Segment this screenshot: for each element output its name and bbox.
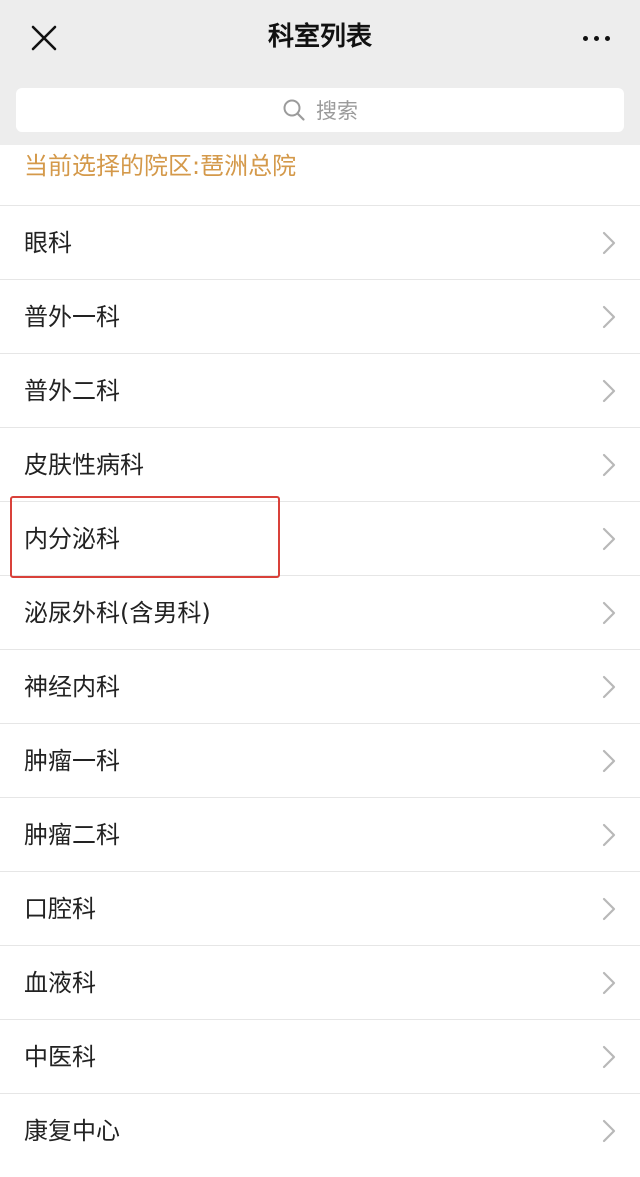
- department-label: 中医科: [24, 1043, 96, 1071]
- list-item[interactable]: 神经内科: [0, 649, 640, 723]
- department-label: 肿瘤一科: [24, 747, 120, 775]
- chevron-right-icon: [602, 823, 616, 847]
- more-dots-icon: [582, 35, 588, 41]
- nav-bar: 科室列表: [0, 0, 640, 74]
- search-placeholder: 搜索: [316, 99, 358, 123]
- department-label: 神经内科: [24, 673, 120, 701]
- chevron-right-icon: [602, 231, 616, 255]
- list-item[interactable]: 口腔科: [0, 871, 640, 945]
- department-label: 肿瘤二科: [24, 821, 120, 849]
- chevron-right-icon: [602, 305, 616, 329]
- department-label: 普外二科: [24, 377, 120, 405]
- department-label: 泌尿外科(含男科): [24, 599, 211, 627]
- department-label: 皮肤性病科: [24, 451, 144, 479]
- more-dots-icon: [593, 35, 599, 41]
- department-label: 内分泌科: [24, 525, 120, 553]
- list-item[interactable]: 肿瘤一科: [0, 723, 640, 797]
- current-campus-label: 当前选择的院区:琶洲总院: [24, 152, 297, 180]
- list-item[interactable]: 血液科: [0, 945, 640, 1019]
- department-label: 血液科: [24, 969, 96, 997]
- list-item[interactable]: 普外一科: [0, 279, 640, 353]
- chevron-right-icon: [602, 379, 616, 403]
- chevron-right-icon: [602, 971, 616, 995]
- more-dots-icon: [604, 35, 610, 41]
- list-item[interactable]: 内分泌科: [0, 501, 640, 575]
- list-item[interactable]: 普外二科: [0, 353, 640, 427]
- more-button[interactable]: [572, 16, 620, 60]
- chevron-right-icon: [602, 453, 616, 477]
- list-item[interactable]: 康复中心: [0, 1093, 640, 1167]
- department-label: 康复中心: [24, 1117, 120, 1145]
- chevron-right-icon: [602, 1045, 616, 1069]
- list-item[interactable]: 眼科: [0, 205, 640, 279]
- search-area: 搜索: [0, 74, 640, 145]
- list-item[interactable]: 肿瘤二科: [0, 797, 640, 871]
- department-label: 普外一科: [24, 303, 120, 331]
- department-list: 眼科普外一科普外二科皮肤性病科内分泌科泌尿外科(含男科) 神经内科肿瘤一科肿瘤二科…: [0, 205, 640, 1167]
- search-input[interactable]: 搜索: [16, 88, 624, 132]
- department-label: 眼科: [24, 229, 72, 257]
- chevron-right-icon: [602, 601, 616, 625]
- chevron-right-icon: [602, 897, 616, 921]
- chevron-right-icon: [602, 1119, 616, 1143]
- chevron-right-icon: [602, 749, 616, 773]
- department-label: 口腔科: [24, 895, 96, 923]
- app-root: 科室列表 搜索 当前选择的院区:琶洲总院 眼科普外一科普外二科皮肤性病科内分泌科…: [0, 0, 640, 1177]
- list-item[interactable]: 泌尿外科(含男科): [0, 575, 640, 649]
- list-item[interactable]: 中医科: [0, 1019, 640, 1093]
- list-item[interactable]: 皮肤性病科: [0, 427, 640, 501]
- search-icon: [283, 99, 305, 121]
- chevron-right-icon: [602, 527, 616, 551]
- chevron-right-icon: [602, 675, 616, 699]
- page-title: 科室列表: [267, 22, 372, 52]
